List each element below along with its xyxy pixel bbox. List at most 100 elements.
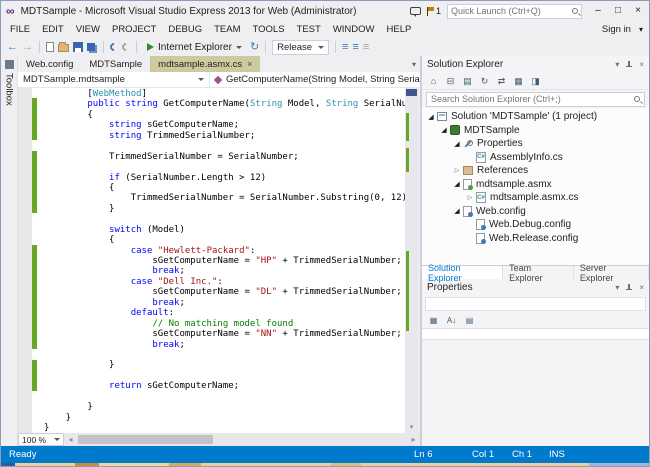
tree-item-web-release-config[interactable]: Web.Release.config	[422, 232, 649, 246]
new-file-icon[interactable]	[46, 42, 54, 52]
tree-item-mdtsample[interactable]: ◢MDTSample	[422, 124, 649, 138]
code-line: return sGetComputerName;	[44, 381, 405, 391]
refresh-browser-icon[interactable]: ↻	[250, 42, 259, 53]
chevron-down-icon[interactable]: ▾	[639, 25, 643, 34]
save-icon[interactable]	[73, 42, 83, 52]
redo-icon[interactable]	[120, 41, 131, 52]
tool-tab-solution-explorer[interactable]: Solution Explorer	[422, 266, 503, 279]
sign-in-button[interactable]: Sign in	[602, 24, 631, 35]
zoom-select[interactable]: 100 %	[18, 433, 64, 446]
code-line: default:	[44, 308, 405, 318]
alphabetical-icon[interactable]: A↓	[444, 314, 459, 327]
code-line: switch (Model)	[44, 225, 405, 235]
expander-expanded-icon[interactable]: ◢	[452, 207, 462, 215]
navigate-backward-icon[interactable]: ←	[7, 42, 18, 53]
refresh-icon[interactable]: ↻	[477, 74, 492, 88]
tree-item-properties[interactable]: ◢Properties	[422, 137, 649, 151]
tree-item-references[interactable]: ▷References	[422, 164, 649, 178]
types-dropdown[interactable]: MDTSample.mdtsample	[18, 72, 210, 87]
toolbar-extra-icon[interactable]: ≡	[342, 42, 348, 53]
save-all-icon[interactable]	[87, 43, 95, 51]
active-files-chevron-icon[interactable]: ▾	[412, 60, 420, 69]
tree-item-web-config[interactable]: ◢Web.config	[422, 205, 649, 219]
close-icon[interactable]: ×	[639, 283, 644, 292]
expander-collapsed-icon[interactable]: ▷	[465, 194, 475, 201]
expander-expanded-icon[interactable]: ◢	[452, 180, 462, 188]
code-line: if (SerialNumber.Length > 12)	[44, 173, 405, 183]
menu-file[interactable]: FILE	[4, 22, 36, 37]
scroll-left-icon[interactable]: ◂	[64, 433, 77, 446]
toolbar-separator	[335, 41, 336, 53]
horizontal-scroll-thumb[interactable]	[78, 435, 213, 444]
editor-vertical-scrollbar[interactable]: ▴ ▾	[405, 88, 418, 433]
code-line: {	[44, 183, 405, 193]
editor-horizontal-scrollbar[interactable]: ◂ ▸	[64, 433, 420, 446]
code-line	[44, 350, 405, 360]
start-debug-button[interactable]: Internet Explorer	[143, 41, 246, 54]
tree-item-mdtsample-asmx[interactable]: ◢mdtsample.asmx	[422, 178, 649, 192]
zoom-value: 100 %	[22, 435, 46, 445]
sync-with-active-document-icon[interactable]: ⇄	[494, 74, 509, 88]
members-dropdown[interactable]: GetComputerName(String Model, String Ser…	[210, 72, 420, 87]
menu-window[interactable]: WINDOW	[327, 22, 381, 37]
tree-item-web-debug-config[interactable]: Web.Debug.config	[422, 218, 649, 232]
close-icon[interactable]: ×	[639, 60, 644, 69]
editor-tab-web-config[interactable]: Web.config	[18, 56, 81, 72]
notifications-button[interactable]: 1	[427, 6, 441, 16]
expander-expanded-icon[interactable]: ◢	[452, 140, 462, 148]
close-tab-icon[interactable]: ×	[247, 59, 252, 69]
open-file-icon[interactable]	[58, 44, 69, 52]
tool-tab-server-explorer[interactable]: Server Explorer	[574, 266, 649, 279]
maximize-button[interactable]: □	[608, 4, 628, 19]
configuration-select[interactable]: Release	[272, 40, 329, 55]
breakpoint-margin[interactable]	[18, 88, 32, 433]
undo-icon[interactable]	[108, 41, 119, 52]
categorized-icon[interactable]: ▦	[426, 314, 441, 327]
preview-selected-items-icon[interactable]: ◨	[528, 74, 543, 88]
expander-expanded-icon[interactable]: ◢	[439, 126, 449, 134]
code-line	[44, 162, 405, 172]
tree-item-solution-mdtsample-1-project[interactable]: ◢Solution 'MDTSample' (1 project)	[422, 110, 649, 124]
tree-item-assemblyinfo-cs[interactable]: C#AssemblyInfo.cs	[422, 151, 649, 165]
menu-debug[interactable]: DEBUG	[162, 22, 208, 37]
minimize-button[interactable]: –	[588, 4, 608, 19]
navigate-forward-icon[interactable]: →	[22, 42, 33, 53]
collapse-all-icon[interactable]: ⊟	[443, 74, 458, 88]
scroll-right-icon[interactable]: ▸	[407, 433, 420, 446]
property-pages-icon[interactable]: ▤	[462, 314, 477, 327]
pin-icon[interactable]	[625, 61, 633, 69]
search-icon	[634, 96, 640, 102]
menu-edit[interactable]: EDIT	[36, 22, 70, 37]
menu-team[interactable]: TEAM	[208, 22, 246, 37]
editor-tab-mdtsample-asmx-cs[interactable]: mdtsample.asmx.cs×	[150, 56, 260, 72]
close-button[interactable]: ×	[628, 4, 648, 19]
quick-launch-input[interactable]	[451, 6, 569, 16]
change-tracking-margin	[32, 88, 37, 433]
menu-test[interactable]: TEST	[291, 22, 327, 37]
feedback-icon[interactable]	[410, 7, 421, 15]
editor-tab-mdtsample[interactable]: MDTSample	[81, 56, 150, 72]
chevron-down-icon[interactable]: ▾	[615, 60, 619, 69]
solution-search-input[interactable]	[431, 94, 631, 104]
properties-object-select[interactable]	[425, 297, 646, 311]
chevron-down-icon[interactable]: ▾	[615, 283, 619, 292]
menu-tools[interactable]: TOOLS	[247, 22, 291, 37]
tool-tab-team-explorer[interactable]: Team Explorer	[503, 266, 574, 279]
toolbar-extra-icon[interactable]: ≡	[352, 42, 358, 53]
show-all-files-icon[interactable]: ▤	[460, 74, 475, 88]
menu-project[interactable]: PROJECT	[106, 22, 162, 37]
code-editor[interactable]: [WebMethod] public string GetComputerNam…	[18, 88, 405, 433]
menu-view[interactable]: VIEW	[70, 22, 106, 37]
home-icon[interactable]: ⌂	[426, 74, 441, 88]
toolbox-panel-tab[interactable]: Toolbox	[1, 56, 17, 106]
scroll-down-icon[interactable]: ▾	[405, 422, 418, 433]
pin-icon[interactable]	[625, 284, 633, 292]
toolbar-extra-icon[interactable]: ≡	[363, 42, 369, 53]
asmx-icon	[463, 179, 472, 190]
code-line: }	[44, 413, 405, 423]
menu-help[interactable]: HELP	[381, 22, 418, 37]
tree-item-mdtsample-asmx-cs[interactable]: ▷C#mdtsample.asmx.cs	[422, 191, 649, 205]
expander-collapsed-icon[interactable]: ▷	[452, 167, 462, 174]
expander-expanded-icon[interactable]: ◢	[426, 113, 436, 121]
properties-icon[interactable]: ▦	[511, 74, 526, 88]
